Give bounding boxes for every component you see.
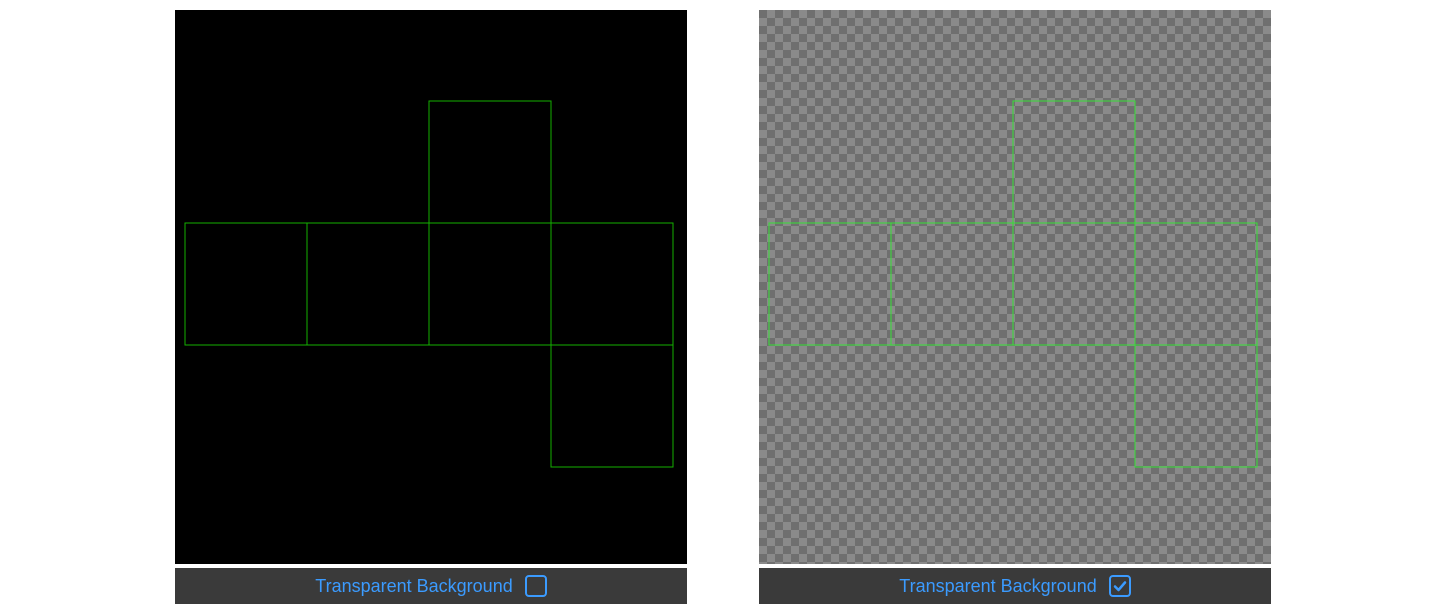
wireframe-cube-unfolded <box>175 10 687 564</box>
preview-panel-right: Transparent Background <box>759 10 1271 604</box>
preview-canvas-black <box>175 10 687 564</box>
preview-panel-left: Transparent Background <box>175 10 687 604</box>
wireframe-cube-unfolded <box>759 10 1271 564</box>
check-icon <box>1112 578 1128 594</box>
footer-bar-left: Transparent Background <box>175 568 687 604</box>
preview-canvas-transparent <box>759 10 1271 564</box>
transparent-background-label: Transparent Background <box>315 576 512 597</box>
transparent-background-label: Transparent Background <box>899 576 1096 597</box>
transparent-background-checkbox[interactable] <box>1109 575 1131 597</box>
footer-bar-right: Transparent Background <box>759 568 1271 604</box>
transparent-background-checkbox[interactable] <box>525 575 547 597</box>
